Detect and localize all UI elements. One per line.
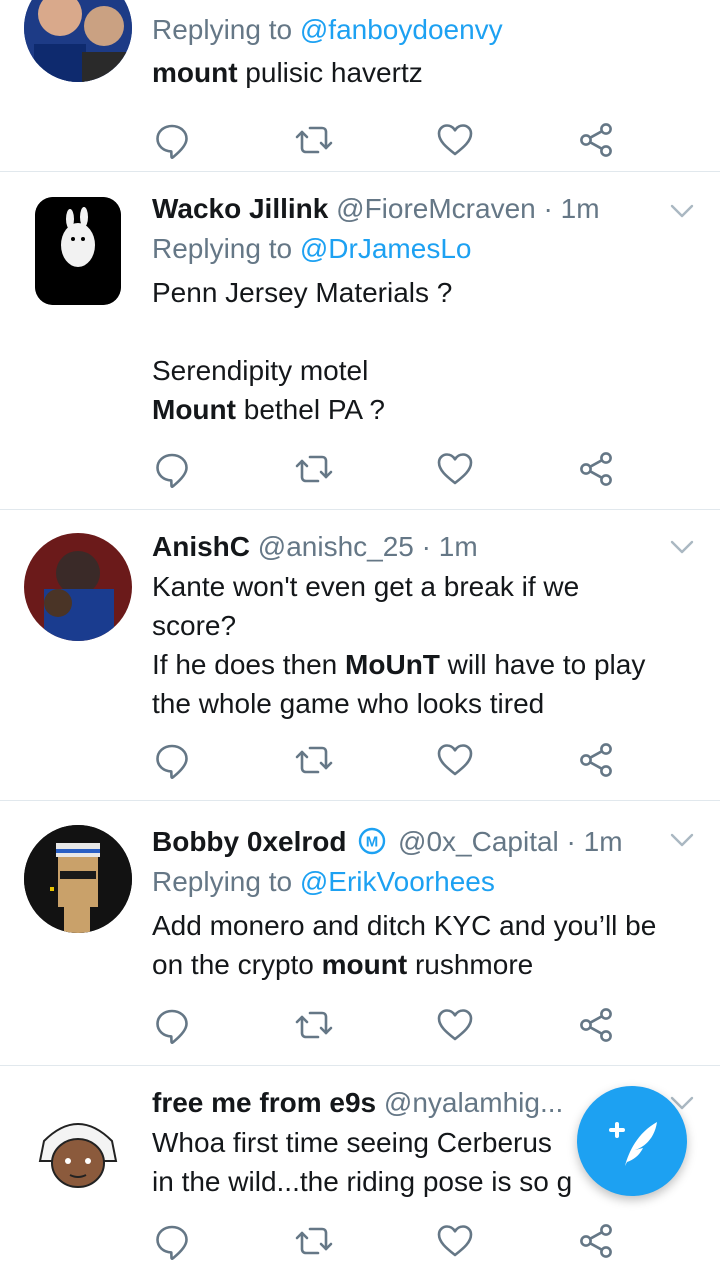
replying-to: Replying to @fanboydoenvy — [152, 10, 660, 50]
tweet-1[interactable]: Replying to @fanboydoenvy mount pulisic … — [0, 0, 720, 172]
username[interactable]: @nyalamhig... — [384, 1087, 563, 1118]
replying-label: Replying to — [152, 14, 300, 45]
like-icon[interactable] — [435, 449, 475, 489]
text-segment: rushmore — [407, 949, 534, 980]
compose-tweet-button[interactable] — [577, 1086, 687, 1196]
display-name[interactable]: AnishC — [152, 531, 250, 562]
username[interactable]: @FioreMcraven — [336, 193, 536, 224]
reply-icon[interactable] — [152, 449, 192, 489]
caret-down-icon[interactable] — [668, 826, 696, 854]
timestamp: · 1m — [413, 531, 478, 562]
text-segment: pulisic havertz — [237, 57, 423, 88]
mention-link[interactable]: @fanboydoenvy — [300, 14, 503, 45]
text-line: If he does then MoUnT will have to play — [152, 645, 660, 684]
tweet-3[interactable]: AnishC @anishc_25 · 1m Kante won't even … — [0, 509, 720, 801]
text-line: Add monero and ditch KYC and you’ll be — [152, 910, 657, 941]
like-icon[interactable] — [435, 1221, 475, 1261]
display-name[interactable]: Wacko Jillink — [152, 193, 328, 224]
tweet-header: Bobby 0xelrod M @0x_Capital · 1m — [152, 822, 660, 862]
username[interactable]: @0x_Capital — [398, 826, 559, 857]
text-line: the whole game who looks tired — [152, 688, 545, 719]
avatar[interactable] — [35, 197, 121, 305]
like-icon[interactable] — [435, 120, 475, 160]
share-icon[interactable] — [576, 449, 616, 489]
tweet-2[interactable]: Wacko Jillink @FioreMcraven · 1m Replyin… — [0, 171, 720, 510]
text-segment: If he does then — [152, 649, 346, 680]
reply-icon[interactable] — [152, 740, 192, 780]
tweet-header: Wacko Jillink @FioreMcraven · 1m — [152, 189, 660, 229]
tweet-text: Penn Jersey Materials ? Serendipity mote… — [152, 273, 660, 429]
text-line: score? — [152, 610, 237, 641]
badge-letter: M — [366, 834, 379, 851]
text-segment: bethel PA ? — [235, 394, 385, 425]
retweet-icon[interactable] — [294, 1221, 334, 1261]
avatar[interactable] — [24, 825, 132, 933]
timestamp: · 1m — [558, 826, 623, 857]
text-line: Serendipity motel — [152, 355, 369, 386]
text-segment: will have to play — [439, 649, 646, 680]
tweet-text: Kante won't even get a break if we score… — [152, 567, 660, 723]
text-segment: on the crypto — [152, 949, 322, 980]
reply-icon[interactable] — [152, 1221, 192, 1261]
share-icon[interactable] — [576, 740, 616, 780]
tweet-text: mount pulisic havertz — [152, 53, 660, 92]
retweet-icon[interactable] — [294, 449, 334, 489]
reply-icon[interactable] — [152, 120, 192, 160]
username[interactable]: @anishc_25 — [258, 531, 414, 562]
text-line: on the crypto mount rushmore — [152, 945, 660, 984]
compose-icon — [609, 1122, 657, 1166]
caret-down-icon[interactable] — [668, 533, 696, 561]
replying-label: Replying to — [152, 866, 300, 897]
share-icon[interactable] — [576, 120, 616, 160]
replying-label: Replying to — [152, 233, 300, 264]
tweet-header: AnishC @anishc_25 · 1m — [152, 527, 660, 567]
retweet-icon[interactable] — [294, 120, 334, 160]
display-name[interactable]: free me from e9s — [152, 1087, 376, 1118]
like-icon[interactable] — [435, 740, 475, 780]
text-line: Penn Jersey Materials ? — [152, 277, 453, 308]
display-name[interactable]: Bobby 0xelrod — [152, 826, 346, 857]
share-icon[interactable] — [576, 1005, 616, 1045]
mention-link[interactable]: @DrJamesLo — [300, 233, 472, 264]
text-line: Kante won't even get a break if we — [152, 571, 580, 602]
share-icon[interactable] — [576, 1221, 616, 1261]
retweet-icon[interactable] — [294, 740, 334, 780]
retweet-icon[interactable] — [294, 1005, 334, 1045]
monero-badge-icon: M — [359, 827, 386, 855]
highlight-term: Mount — [152, 394, 236, 425]
mention-link[interactable]: @ErikVoorhees — [300, 866, 495, 897]
timestamp: · 1m — [535, 193, 600, 224]
replying-to: Replying to @ErikVoorhees — [152, 862, 660, 902]
text-line: Mount bethel PA ? — [152, 390, 660, 429]
avatar[interactable] — [24, 1101, 132, 1209]
like-icon[interactable] — [435, 1005, 475, 1045]
highlight-term: MoUnT — [345, 649, 440, 680]
highlight-term: mount — [152, 57, 238, 88]
avatar[interactable] — [24, 533, 132, 641]
replying-to: Replying to @DrJamesLo — [152, 229, 660, 269]
tweet-4[interactable]: Bobby 0xelrod M @0x_Capital · 1m Replyin… — [0, 800, 720, 1066]
avatar[interactable] — [24, 0, 132, 82]
reply-icon[interactable] — [152, 1005, 192, 1045]
tweet-text: Add monero and ditch KYC and you’ll be o… — [152, 906, 660, 984]
caret-down-icon[interactable] — [668, 197, 696, 225]
highlight-term: mount — [321, 949, 408, 980]
